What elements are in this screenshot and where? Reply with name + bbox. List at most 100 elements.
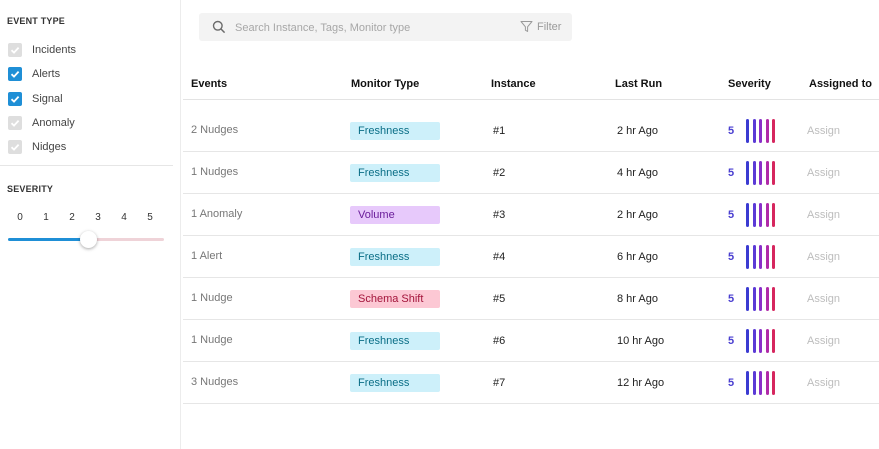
severity-bar <box>759 161 762 185</box>
severity-bar <box>759 119 762 143</box>
last-run-cell: 2 hr Ago <box>617 209 658 221</box>
instance-cell: #6 <box>493 335 506 347</box>
assign-link[interactable]: Assign <box>807 377 840 389</box>
filter-sidebar: EVENT TYPE Incidents Alerts Signal Anoma… <box>0 0 181 449</box>
events-cell: 2 Nudges <box>191 124 239 136</box>
sidebar-divider <box>0 165 173 166</box>
column-header-events: Events <box>191 78 228 90</box>
assign-link[interactable]: Assign <box>807 209 840 221</box>
checkbox-label: Signal <box>32 93 63 105</box>
severity-slider-track[interactable] <box>90 238 164 241</box>
events-cell: 1 Nudges <box>191 166 239 178</box>
checkbox-unchecked[interactable] <box>8 116 22 130</box>
severity-bar <box>765 329 769 353</box>
severity-bar <box>759 371 762 395</box>
checkbox-label: Anomaly <box>32 117 75 129</box>
instance-cell: #4 <box>493 251 506 263</box>
assign-link[interactable]: Assign <box>807 335 840 347</box>
severity-scale-5: 5 <box>147 212 153 223</box>
assign-link[interactable]: Assign <box>807 251 840 263</box>
check-icon <box>10 143 20 151</box>
last-run-cell: 4 hr Ago <box>617 167 658 179</box>
filter-icon[interactable] <box>520 20 533 33</box>
events-cell: 1 Alert <box>191 250 223 262</box>
severity-scale-4: 4 <box>121 212 127 223</box>
severity-bar <box>765 119 769 143</box>
monitor-type-badge: Freshness <box>350 374 440 392</box>
event-type-nidges[interactable]: Nidges <box>8 139 66 155</box>
column-header-assigned-to: Assigned to <box>809 78 872 90</box>
column-header-severity: Severity <box>728 78 771 90</box>
severity-value: 5 <box>728 209 735 221</box>
severity-bar <box>746 287 749 311</box>
severity-slider-handle[interactable] <box>80 231 97 248</box>
severity-bar <box>752 203 756 227</box>
search-icon <box>212 20 226 34</box>
severity-bars-icon <box>746 161 778 185</box>
table-row[interactable]: 3 Nudges Freshness #7 12 hr Ago 5 Assign <box>183 362 879 404</box>
severity-bar <box>759 245 762 269</box>
assign-link[interactable]: Assign <box>807 293 840 305</box>
header-divider <box>183 99 879 100</box>
severity-value: 5 <box>728 335 735 347</box>
severity-bar <box>765 161 769 185</box>
checkbox-unchecked[interactable] <box>8 140 22 154</box>
table-row[interactable]: 1 Alert Freshness #4 6 hr Ago 5 Assign <box>183 236 879 278</box>
severity-bars-icon <box>746 119 778 143</box>
event-type-title: EVENT TYPE <box>7 16 66 26</box>
severity-bar <box>759 329 762 353</box>
severity-value: 5 <box>728 377 735 389</box>
column-header-last-run: Last Run <box>615 78 663 90</box>
severity-bar <box>772 245 775 269</box>
severity-bar <box>772 119 775 143</box>
event-type-incidents[interactable]: Incidents <box>8 42 76 58</box>
assign-link[interactable]: Assign <box>807 125 840 137</box>
table-row[interactable]: 1 Nudge Freshness #6 10 hr Ago 5 Assign <box>183 320 879 362</box>
severity-value: 5 <box>728 251 735 263</box>
table-row[interactable]: 1 Nudges Freshness #2 4 hr Ago 5 Assign <box>183 152 879 194</box>
severity-bars-icon <box>746 371 778 395</box>
check-icon <box>10 119 20 127</box>
checkbox-checked[interactable] <box>8 92 22 106</box>
severity-bar <box>772 287 775 311</box>
severity-scale-0: 0 <box>17 212 23 223</box>
severity-scale-3: 3 <box>95 212 101 223</box>
check-icon <box>10 70 20 78</box>
events-cell: 1 Nudge <box>191 334 233 346</box>
checkbox-unchecked[interactable] <box>8 43 22 57</box>
severity-bars-icon <box>746 329 778 353</box>
event-type-alerts[interactable]: Alerts <box>8 66 60 82</box>
events-cell: 1 Nudge <box>191 292 233 304</box>
severity-bars-icon <box>746 203 778 227</box>
severity-bars-icon <box>746 287 778 311</box>
table-row[interactable]: 1 Nudge Schema Shift #5 8 hr Ago 5 Assig… <box>183 278 879 320</box>
severity-bar <box>746 329 749 353</box>
severity-value: 5 <box>728 293 735 305</box>
assign-link[interactable]: Assign <box>807 167 840 179</box>
severity-bar <box>746 203 749 227</box>
filter-button[interactable]: Filter <box>537 21 561 33</box>
severity-slider-fill[interactable] <box>8 238 90 241</box>
last-run-cell: 8 hr Ago <box>617 293 658 305</box>
monitor-type-badge: Schema Shift <box>350 290 440 308</box>
instance-cell: #7 <box>493 377 506 389</box>
column-header-monitor-type: Monitor Type <box>351 78 420 90</box>
severity-bar <box>746 245 749 269</box>
table-row[interactable]: 2 Nudges Freshness #1 2 hr Ago 5 Assign <box>183 110 879 152</box>
checkbox-label: Alerts <box>32 68 61 80</box>
checkbox-checked[interactable] <box>8 67 22 81</box>
monitor-type-badge: Freshness <box>350 332 440 350</box>
search-input[interactable] <box>233 18 497 38</box>
last-run-cell: 10 hr Ago <box>617 335 665 347</box>
severity-bar <box>772 371 775 395</box>
severity-bars-icon <box>746 245 778 269</box>
last-run-cell: 6 hr Ago <box>617 251 658 263</box>
severity-bar <box>752 161 756 185</box>
event-type-signal[interactable]: Signal <box>8 91 63 107</box>
events-cell: 3 Nudges <box>191 376 239 388</box>
check-icon <box>10 46 20 54</box>
severity-bar <box>752 287 756 311</box>
instance-cell: #5 <box>493 293 506 305</box>
event-type-anomaly[interactable]: Anomaly <box>8 115 75 131</box>
table-row[interactable]: 1 Anomaly Volume #3 2 hr Ago 5 Assign <box>183 194 879 236</box>
